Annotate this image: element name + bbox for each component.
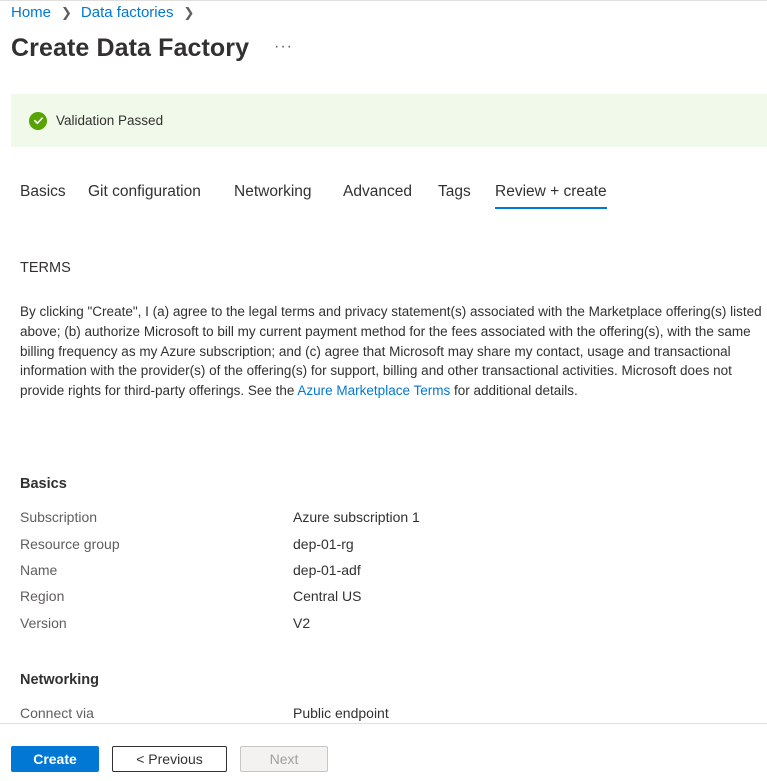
tab-networking[interactable]: Networking [234,183,312,210]
name-value: dep-01-adf [293,562,361,578]
footer-divider [0,723,767,724]
validation-text: Validation Passed [56,113,164,128]
terms-heading: TERMS [20,260,71,276]
page-title: Create Data Factory [11,34,250,62]
connect-via-label: Connect via [20,705,94,721]
checkmark-circle-icon [29,111,47,130]
previous-button[interactable]: < Previous [112,746,227,772]
resource-group-value: dep-01-rg [293,536,354,552]
breadcrumb-data-factories[interactable]: Data factories [81,4,174,21]
more-options-button[interactable]: ··· [274,38,293,56]
subscription-label: Subscription [20,509,98,525]
terms-body-end: for additional details. [450,383,578,399]
tab-git-configuration[interactable]: Git configuration [88,183,201,210]
create-button[interactable]: Create [11,746,99,772]
networking-section-heading: Networking [20,672,99,688]
name-label: Name [20,562,58,578]
region-label: Region [20,588,65,604]
tab-advanced[interactable]: Advanced [343,183,412,210]
chevron-right-icon: ❯ [183,4,195,20]
subscription-value: Azure subscription 1 [293,509,420,525]
tab-review-create[interactable]: Review + create [495,183,607,210]
validation-banner: Validation Passed [11,94,767,147]
breadcrumb: Home ❯ Data factories ❯ [11,4,203,21]
tab-basics[interactable]: Basics [20,183,66,210]
version-label: Version [20,615,67,631]
resource-group-label: Resource group [20,536,120,552]
top-divider [0,0,767,1]
breadcrumb-home[interactable]: Home [11,4,51,21]
tab-tags[interactable]: Tags [438,183,471,210]
region-value: Central US [293,588,362,604]
chevron-right-icon: ❯ [61,4,72,20]
azure-marketplace-terms-link[interactable]: Azure Marketplace Terms [297,383,450,398]
next-button[interactable]: Next [240,746,328,772]
version-value: V2 [293,615,311,631]
connect-via-value: Public endpoint [293,705,389,721]
terms-text: By clicking "Create", I (a) agree to the… [20,302,765,401]
basics-section-heading: Basics [20,476,67,492]
